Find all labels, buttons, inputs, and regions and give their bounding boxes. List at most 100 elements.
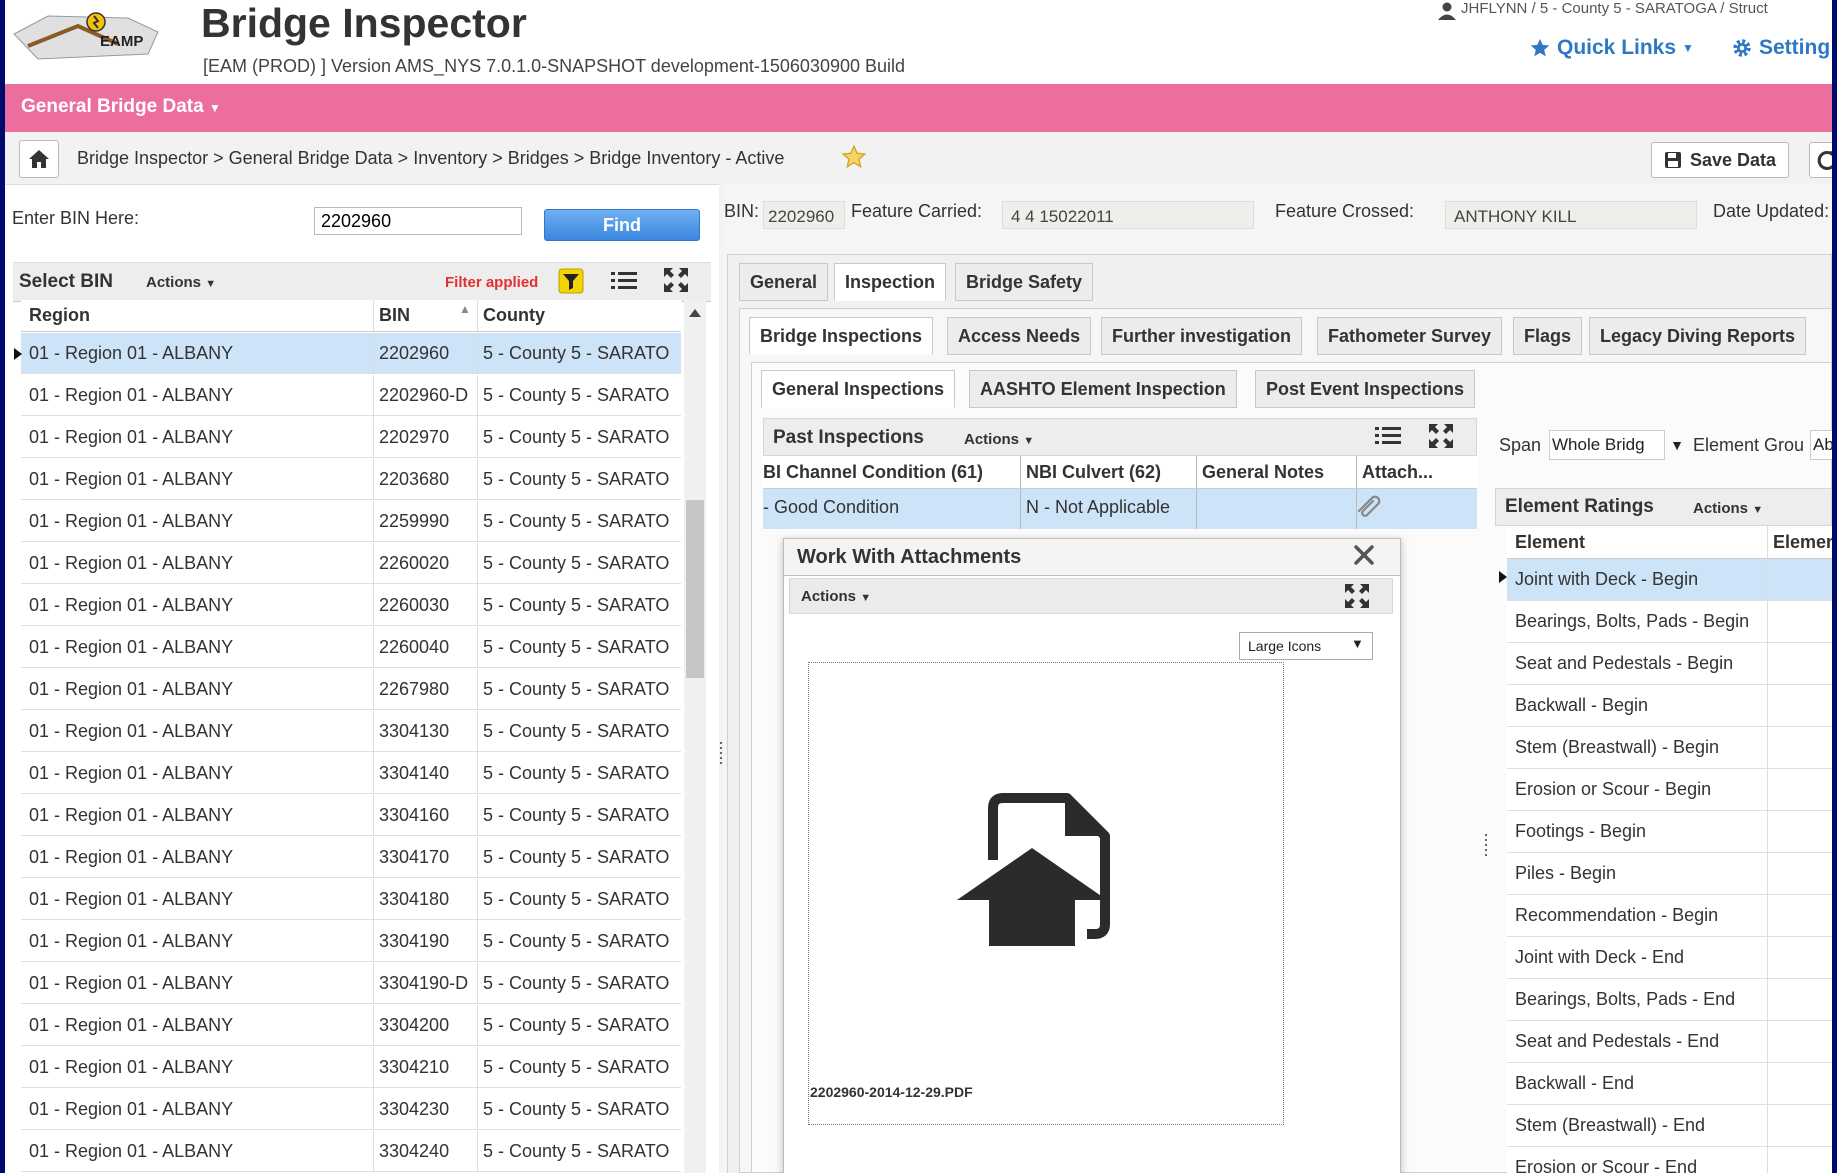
table-row[interactable]: 01 - Region 01 - ALBANY 2260020 5 - County… [21,543,681,584]
list-item[interactable]: Footings - Begin [1507,811,1832,853]
scroll-up-arrow-icon[interactable] [689,309,701,317]
list-item[interactable]: Erosion or Scour - End [1507,1147,1832,1173]
tab-aashto-element-inspection[interactable]: AASHTO Element Inspection [969,370,1237,408]
tab-bridge-inspections[interactable]: Bridge Inspections [749,317,934,355]
column-header-nbi-culvert[interactable]: NBI Culvert (62) [1026,462,1161,483]
quick-links-menu[interactable]: Quick Links ▼ [1529,36,1694,60]
column-header-bin[interactable]: BIN [379,305,410,326]
list-item[interactable]: Bearings, Bolts, Pads - Begin [1507,601,1832,643]
table-row[interactable]: 01 - Region 01 - ALBANY 2259990 5 - County… [21,501,681,542]
breadcrumb[interactable]: Bridge Inspector > General Bridge Data >… [77,148,784,169]
table-row[interactable]: 01 - Region 01 - ALBANY 3304170 5 - County… [21,837,681,878]
tab-fathometer-survey[interactable]: Fathometer Survey [1317,317,1503,355]
table-row[interactable]: 01 - Region 01 - ALBANY 3304190 5 - County… [21,921,681,962]
bin-input[interactable] [314,207,522,235]
tab-post-event-inspections[interactable]: Post Event Inspections [1255,370,1476,408]
list-view-icon[interactable] [611,270,637,292]
dropdown-arrow-icon[interactable]: ▼ [1351,636,1364,651]
element-group-label: Element Grou [1693,435,1805,455]
column-header-attachments[interactable]: Attach... [1362,462,1433,483]
scrollbar-thumb[interactable] [686,500,704,678]
table-row[interactable]: 01 - Region 01 - ALBANY 3304140 5 - County… [21,753,681,794]
tab-general-inspections[interactable]: General Inspections [761,370,956,408]
table-row[interactable]: 01 - Region 01 - ALBANY 2202960 5 - County… [21,333,681,374]
list-item[interactable]: Recommendation - Begin [1507,895,1832,937]
column-header-channel-condition[interactable]: BI Channel Condition (61) [763,462,983,483]
table-row[interactable]: 01 - Region 01 - ALBANY 3304240 5 - County… [21,1131,681,1172]
refresh-button[interactable] [1809,142,1832,178]
list-view-icon[interactable] [1375,425,1401,447]
table-row[interactable]: 01 - Region 01 - ALBANY 3304180 5 - County… [21,879,681,920]
main-menu-bar [5,84,1832,133]
find-button[interactable]: Find [544,209,700,241]
table-row[interactable]: 01 - Region 01 - ALBANY 2202960-D 5 - Coun… [21,375,681,416]
column-header-element[interactable]: Element [1515,532,1585,553]
table-row[interactable]: 01 - Region 01 - ALBANY 3304190-D 5 - Coun… [21,963,681,1004]
splitter-grip-icon[interactable] [1483,834,1489,856]
span-select[interactable]: Whole Bridg [1549,430,1665,460]
tab-further-investigation[interactable]: Further investigation [1101,317,1303,355]
paperclip-icon[interactable] [1355,493,1383,517]
list-item[interactable]: Backwall - End [1507,1063,1832,1105]
column-header-region[interactable]: Region [29,305,90,326]
list-item[interactable]: Bearings, Bolts, Pads - End [1507,979,1832,1021]
table-row[interactable]: 01 - Region 01 - ALBANY 2260030 5 - County… [21,585,681,626]
element-ratings-actions-menu[interactable]: Actions ▼ [1693,500,1763,517]
table-row[interactable]: 01 - Region 01 - ALBANY 3304230 5 - County… [21,1089,681,1130]
list-item[interactable]: Backwall - Begin [1507,685,1832,727]
list-item[interactable]: Stem (Breastwall) - Begin [1507,727,1832,769]
floppy-disk-icon [1664,151,1682,169]
list-item[interactable]: Joint with Deck - End [1507,937,1832,979]
table-row[interactable]: 01 - Region 01 - ALBANY 2203680 5 - County… [21,459,681,500]
table-row[interactable]: 01 - Region 01 - ALBANY 3304200 5 - County… [21,1005,681,1046]
column-header-element-2[interactable]: Elemen [1773,532,1832,553]
table-row[interactable]: 01 - Region 01 - ALBANY 2202970 5 - County… [21,417,681,458]
bin-grid-scrollbar[interactable] [684,300,706,1173]
expand-icon[interactable] [1343,582,1371,610]
list-item[interactable]: Joint with Deck - Begin [1507,559,1832,601]
list-item[interactable]: Erosion or Scour - Begin [1507,769,1832,811]
column-header-county[interactable]: County [483,305,545,326]
region-cell: 01 - Region 01 - ALBANY [29,721,234,741]
expand-icon[interactable] [1427,422,1455,450]
list-item[interactable]: Stem (Breastwall) - End [1507,1105,1832,1147]
past-inspections-title: Past Inspections [773,427,924,448]
user-info[interactable]: JHFLYNN / 5 - County 5 - SARATOGA / Stru… [1461,0,1768,17]
list-item[interactable]: Seat and Pedestals - Begin [1507,643,1832,685]
element-ratings-grid: Joint with Deck - Begin Bearings, Bolts, … [1507,559,1832,1173]
tab-bridge-safety[interactable]: Bridge Safety [955,263,1094,301]
attachment-file-name[interactable]: 2202960-2014-12-29.PDF [810,1084,973,1100]
settings-menu[interactable]: Setting [1731,36,1830,60]
select-bin-actions-menu[interactable]: Actions ▼ [146,274,216,291]
filter-icon[interactable] [558,268,584,294]
list-item[interactable]: Seat and Pedestals - End [1507,1021,1832,1063]
close-icon[interactable] [1351,542,1377,568]
element-cell: Joint with Deck - Begin [1515,569,1699,589]
region-cell: 01 - Region 01 - ALBANY [29,1057,234,1077]
past-inspections-actions-menu[interactable]: Actions ▼ [964,431,1034,448]
dropdown-arrow-icon[interactable]: ▼ [1667,430,1687,460]
table-row[interactable]: 01 - Region 01 - ALBANY 2260040 5 - County… [21,627,681,668]
tab-legacy-diving-reports[interactable]: Legacy Diving Reports [1589,317,1807,355]
table-row[interactable]: 01 - Region 01 - ALBANY 3304210 5 - County… [21,1047,681,1088]
table-row[interactable]: 01 - Region 01 - ALBANY 2267980 5 - County… [21,669,681,710]
list-item[interactable]: Piles - Begin [1507,853,1832,895]
element-group-select[interactable]: Ab [1810,430,1832,460]
tab-access-needs[interactable]: Access Needs [947,317,1092,355]
favorite-star-icon[interactable] [841,144,867,170]
actions-label: Actions [1693,500,1749,517]
dialog-actions-menu[interactable]: Actions ▼ [801,588,871,605]
table-row[interactable]: 01 - Region 01 - ALBANY 3304130 5 - County… [21,711,681,752]
column-header-general-notes[interactable]: General Notes [1202,462,1324,483]
tab-flags[interactable]: Flags [1513,317,1583,355]
table-row[interactable]: 01 - Region 01 - ALBANY 3304160 5 - County… [21,795,681,836]
file-upload-icon[interactable] [957,790,1137,950]
save-data-button[interactable]: Save Data [1651,142,1790,178]
tab-general[interactable]: General [739,263,829,301]
general-bridge-data-menu[interactable]: General Bridge Data ▼ [21,96,221,118]
current-row-pointer-icon [1499,571,1507,583]
expand-icon[interactable] [662,266,690,294]
svg-text:EAMP: EAMP [100,33,143,50]
home-button[interactable] [19,140,59,178]
tab-inspection[interactable]: Inspection [834,263,947,301]
